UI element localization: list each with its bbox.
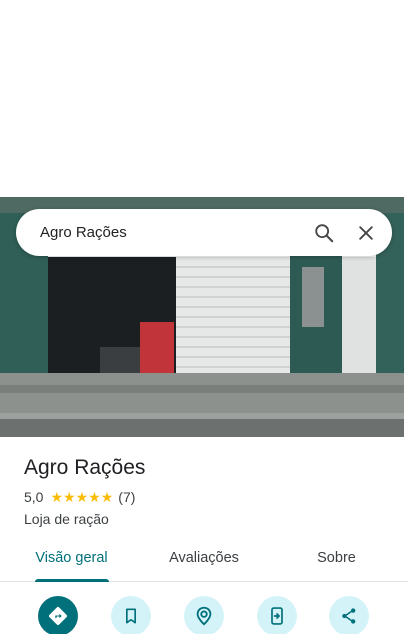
rating-row[interactable]: 5,0 ★ ★ ★ ★ ★ (7): [24, 489, 394, 505]
tab-overview[interactable]: Visão geral: [0, 540, 143, 582]
directions-button[interactable]: [38, 596, 78, 634]
action-buttons: [0, 596, 408, 634]
tab-bar: Visão geral Avaliações Sobre: [0, 540, 408, 582]
place-title: Agro Rações: [24, 456, 146, 479]
star-icon: ★: [50, 489, 64, 505]
review-count: (7): [118, 489, 136, 505]
send-to-phone-button[interactable]: [257, 596, 297, 634]
search-bar[interactable]: Agro Rações: [16, 209, 392, 256]
send-to-phone-icon: [271, 607, 283, 625]
search-query[interactable]: Agro Rações: [40, 224, 294, 241]
star-icon: ★: [75, 489, 89, 505]
place-info: Agro Rações 5,0 ★ ★ ★ ★ ★ (7) Loja de ração: [24, 455, 394, 527]
star-rating: ★ ★ ★ ★ ★: [50, 490, 113, 504]
close-icon[interactable]: [354, 221, 378, 245]
star-icon: ★: [88, 489, 101, 505]
save-button[interactable]: [111, 596, 151, 634]
active-tab-indicator: [35, 579, 109, 582]
search-icon[interactable]: [312, 221, 336, 245]
place-category[interactable]: Loja de ração: [24, 511, 394, 527]
directions-icon: [49, 607, 67, 625]
tab-label: Visão geral: [35, 550, 108, 566]
tab-reviews[interactable]: Avaliações: [143, 540, 265, 581]
bookmark-icon: [126, 608, 136, 624]
tab-about[interactable]: Sobre: [265, 540, 408, 581]
tab-label: Sobre: [317, 550, 356, 566]
tab-label: Avaliações: [169, 550, 239, 566]
share-icon: [342, 608, 356, 624]
nearby-button[interactable]: [184, 596, 224, 634]
nearby-icon: [196, 606, 212, 626]
rating-value: 5,0: [24, 489, 44, 505]
share-button[interactable]: [329, 596, 369, 634]
star-icon: ★: [100, 489, 114, 505]
star-icon: ★: [63, 489, 76, 505]
